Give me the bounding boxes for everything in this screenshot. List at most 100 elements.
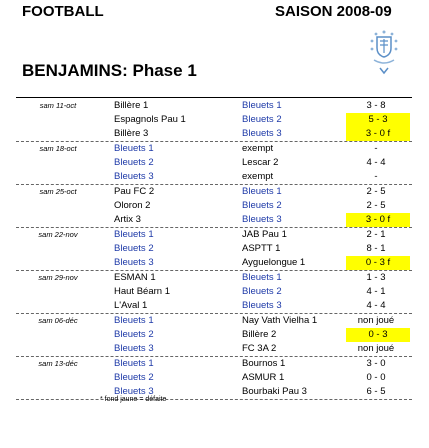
home-team: Billère 3 xyxy=(114,128,149,139)
score: 0 - 0 xyxy=(366,372,386,383)
fixture-row: Bleuets 3 Ayguelongue 1 0 - 3 f xyxy=(16,256,412,270)
home-team: Oloron 2 xyxy=(114,200,151,211)
match-day-group: sam 29-nov ESMAN 1 Bleuets 1 1 - 3 Haut Béar… xyxy=(16,271,412,314)
away-team: Bleuets 2 xyxy=(242,114,282,125)
home-team: Pau FC 2 xyxy=(114,186,155,197)
match-day-group: sam 13-déc Bleuets 1 Bournos 1 3 - 0 Bleuets… xyxy=(16,357,412,400)
fixture-row: Bleuets 2 ASMUR 1 0 - 0 xyxy=(16,371,412,385)
match-day-group: sam 22-nov Bleuets 1 JAB Pau 1 2 - 1 Bleuets… xyxy=(16,228,412,271)
home-team: Bleuets 3 xyxy=(114,171,154,182)
home-team: Bleuets 1 xyxy=(114,229,154,240)
home-team: Bleuets 3 xyxy=(114,343,154,354)
home-team: Bleuets 1 xyxy=(114,143,154,154)
match-date: sam 06-déc xyxy=(38,316,78,325)
score: 2 - 5 xyxy=(366,200,386,211)
away-team: Lescar 2 xyxy=(242,157,279,168)
score: 6 - 5 xyxy=(366,386,386,397)
away-team: exempt xyxy=(242,143,274,154)
fixture-row: sam 18-oct Bleuets 1 exempt - xyxy=(16,142,412,156)
fixture-row: sam 29-nov ESMAN 1 Bleuets 1 1 - 3 xyxy=(16,271,412,285)
match-date: sam 13-déc xyxy=(38,359,78,368)
match-date: sam 29-nov xyxy=(38,273,78,282)
fixture-row: Bleuets 3 FC 3A 2 non joué xyxy=(16,342,412,356)
score: 3 - 8 xyxy=(366,100,386,111)
away-team: Bleuets 3 xyxy=(242,300,282,311)
fixture-row: sam 06-déc Bleuets 1 Nay Vath Vielha 1 non … xyxy=(16,314,412,328)
home-team: Espagnols Pau 1 xyxy=(114,114,186,125)
score: 4 - 4 xyxy=(366,157,386,168)
fixture-row: Bleuets 2 Billère 2 0 - 3 xyxy=(16,328,412,342)
fixture-row: Bleuets 2 Lescar 2 4 - 4 xyxy=(16,156,412,170)
score: non joué xyxy=(357,315,395,326)
home-team: Haut Béarn 1 xyxy=(114,286,170,297)
away-team: exempt xyxy=(242,171,274,182)
score: 2 - 1 xyxy=(366,229,386,240)
score: 3 - 0 xyxy=(366,358,386,369)
away-team: Bournos 1 xyxy=(242,358,286,369)
away-team: JAB Pau 1 xyxy=(242,229,287,240)
match-date: sam 11-oct xyxy=(39,101,77,110)
away-team: Bourbaki Pau 3 xyxy=(242,386,307,397)
fixture-row: sam 22-nov Bleuets 1 JAB Pau 1 2 - 1 xyxy=(16,228,412,242)
away-team: Billère 2 xyxy=(242,329,277,340)
home-team: Bleuets 1 xyxy=(114,358,154,369)
match-day-group: sam 25-oct Pau FC 2 Bleuets 12 - 5 Oloron 2… xyxy=(16,185,412,228)
match-date: sam 18-oct xyxy=(39,144,77,153)
home-team: ESMAN 1 xyxy=(114,272,156,283)
away-team: FC 3A 2 xyxy=(242,343,277,354)
match-day-group: sam 11-oct Billère 1 Bleuets 1 3 - 8 Espagno… xyxy=(16,99,412,142)
home-team: Bleuets 1 xyxy=(114,315,154,326)
match-day-group: sam 18-oct Bleuets 1 exempt - Bleuets 2 Lesca… xyxy=(16,142,412,185)
home-team: Bleuets 2 xyxy=(114,372,154,383)
fixture-row: Bleuets 2 ASPTT 1 8 - 1 xyxy=(16,242,412,256)
away-team: ASMUR 1 xyxy=(242,372,285,383)
away-team: Bleuets 1 xyxy=(242,272,282,283)
table-top-rule xyxy=(16,97,412,98)
score: - xyxy=(374,171,378,182)
home-team: Bleuets 2 xyxy=(114,243,154,254)
page-title: BENJAMINS: Phase 1 xyxy=(22,61,197,80)
score-defeat: 0 - 3 xyxy=(346,328,410,342)
fixture-row: sam 25-oct Pau FC 2 Bleuets 1 2 - 5 xyxy=(16,185,412,199)
score-defeat: 5 - 3 xyxy=(346,113,410,127)
fixtures-table: sam 11-oct Billère 1 Bleuets 1 3 - 8 Espagno… xyxy=(16,99,412,400)
score: non joué xyxy=(357,343,395,354)
fixture-row: Billère 3 Bleuets 3 3 - 0 f xyxy=(16,127,412,141)
header-left-title: FOOTBALL xyxy=(22,3,104,20)
match-date: sam 22-nov xyxy=(38,230,78,239)
fixture-row: Haut Béarn 1 Bleuets 2 4 - 1 xyxy=(16,285,412,299)
fixture-row: sam 11-oct Billère 1 Bleuets 1 3 - 8 xyxy=(16,99,412,113)
footnote: * fond jaune = défaite xyxy=(100,396,167,403)
home-team: Bleuets 2 xyxy=(114,157,154,168)
match-day-group: sam 06-déc Bleuets 1 Nay Vath Vielha 1 non … xyxy=(16,314,412,357)
away-team: Bleuets 1 xyxy=(242,186,282,197)
score: 4 - 4 xyxy=(366,300,386,311)
home-team: Artix 3 xyxy=(114,214,141,225)
header-right-title: SAISON 2008-09 xyxy=(275,3,392,20)
club-logo-icon xyxy=(370,30,398,75)
away-team: Ayguelongue 1 xyxy=(242,257,306,268)
away-team: Bleuets 2 xyxy=(242,200,282,211)
fixture-row: sam 13-déc Bleuets 1 Bournos 1 3 - 0 xyxy=(16,357,412,371)
fixture-row: Espagnols Pau 1 Bleuets 2 5 - 3 xyxy=(16,113,412,127)
home-team: Bleuets 3 xyxy=(114,257,154,268)
away-team: Nay Vath Vielha 1 xyxy=(242,315,318,326)
fixture-row: Bleuets 3 Bourbaki Pau 36 - 5 xyxy=(16,385,412,399)
match-date: sam 25-oct xyxy=(39,187,77,196)
away-team: ASPTT 1 xyxy=(242,243,281,254)
away-team: Bleuets 1 xyxy=(242,100,282,111)
score: 4 - 1 xyxy=(366,286,386,297)
score: - xyxy=(374,143,378,154)
score-defeat: 3 - 0 f xyxy=(346,213,410,227)
score: 2 - 5 xyxy=(366,186,386,197)
score: 1 - 3 xyxy=(366,272,386,283)
away-team: Bleuets 3 xyxy=(242,214,282,225)
fixture-row: Oloron 2 Bleuets 2 2 - 5 xyxy=(16,199,412,213)
home-team: Billère 1 xyxy=(114,100,149,111)
fixture-row: L'Aval 1 Bleuets 3 4 - 4 xyxy=(16,299,412,313)
away-team: Bleuets 3 xyxy=(242,128,282,139)
home-team: L'Aval 1 xyxy=(114,300,148,311)
fixture-row: Bleuets 3 exempt - xyxy=(16,170,412,184)
home-team: Bleuets 2 xyxy=(114,329,154,340)
score: 8 - 1 xyxy=(366,243,386,254)
